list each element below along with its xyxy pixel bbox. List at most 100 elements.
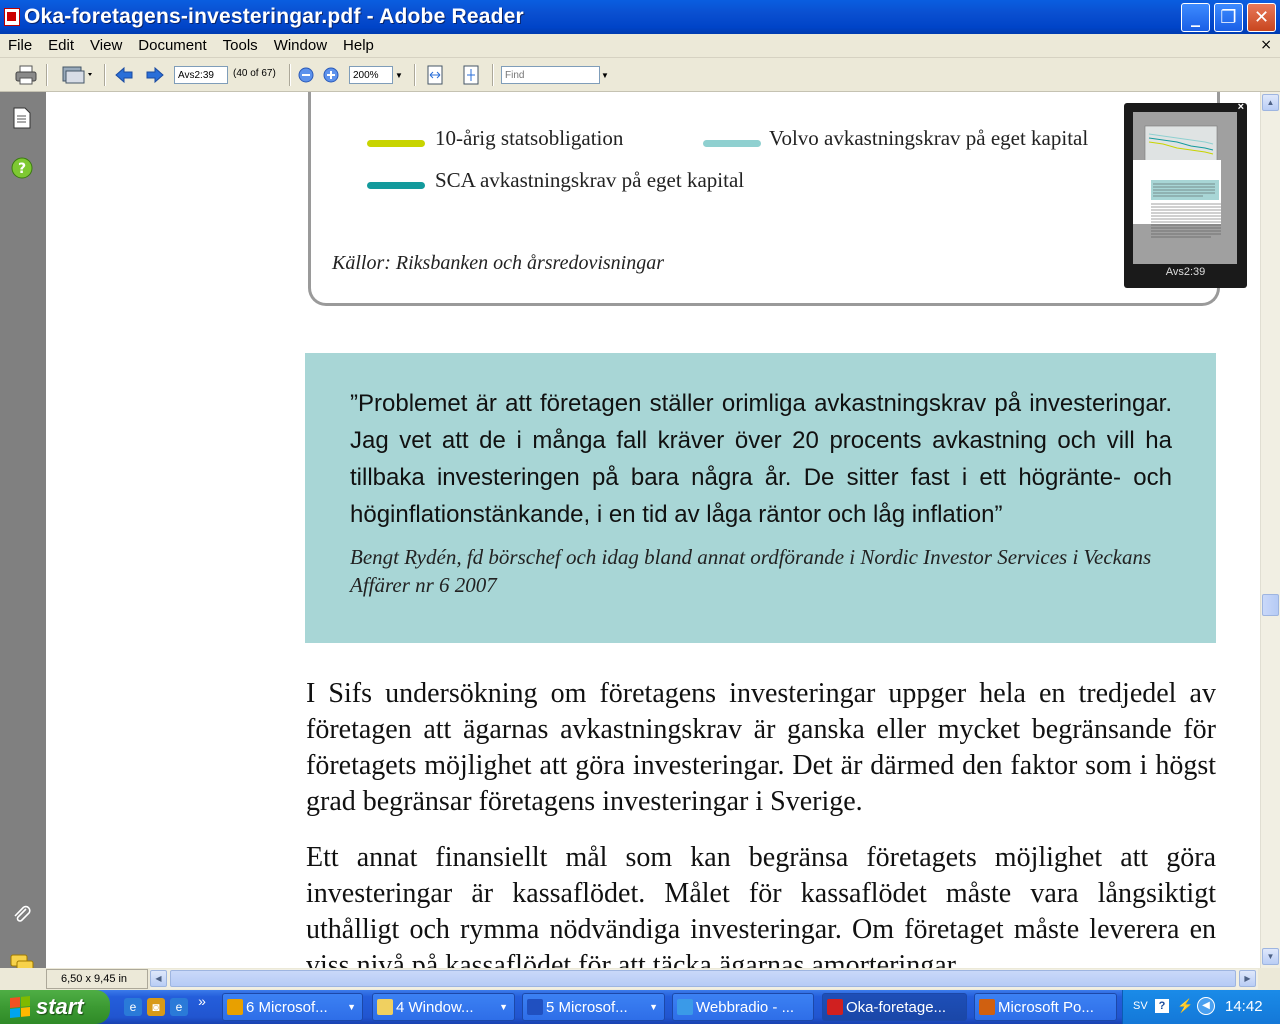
fit-width-button[interactable] <box>424 63 446 87</box>
adobe-reader-icon <box>4 8 20 26</box>
pdf-icon <box>827 999 843 1015</box>
windows-logo-icon <box>10 995 30 1019</box>
quicklaunch-more-icon[interactable]: » <box>193 992 211 1010</box>
zoom-dropdown[interactable]: ▼ <box>393 66 405 84</box>
chart-source: Källor: Riksbanken och årsredovisningar <box>332 252 665 274</box>
x-tick-label: -05 <box>1098 92 1125 97</box>
toolbar-separator <box>104 64 106 86</box>
arrow-right-icon <box>146 66 164 84</box>
menu-help[interactable]: Help <box>335 37 382 54</box>
previous-page-button[interactable] <box>112 63 136 87</box>
taskbar-item-active[interactable]: Oka-foretage... <box>822 993 967 1021</box>
restore-icon: ❐ <box>1220 7 1237 28</box>
vertical-scroll-thumb[interactable] <box>1262 594 1279 616</box>
x-tick-label: -01 <box>904 92 931 97</box>
scroll-left-button[interactable]: ◀ <box>150 970 167 987</box>
fit-width-icon <box>427 65 443 85</box>
taskbar-item-label: 4 Window... <box>396 998 474 1016</box>
quote-citation: Bengt Rydén, fd börschef och idag bland … <box>350 545 1152 597</box>
toolbar-separator <box>46 64 48 86</box>
powerpoint-icon <box>979 999 995 1015</box>
chevron-down-icon: ▼ <box>649 1002 658 1012</box>
x-tick-label: -95 <box>615 92 642 97</box>
taskbar-item-label: Webbradio - ... <box>696 998 795 1016</box>
menu-window[interactable]: Window <box>266 37 335 54</box>
maximize-button[interactable]: ❐ <box>1214 3 1243 32</box>
attachments-panel-button[interactable] <box>10 902 34 926</box>
horizontal-scroll-thumb[interactable] <box>170 970 1236 987</box>
legend-label-volvo: Volvo avkastningskrav på eget kapital <box>769 126 1089 150</box>
menu-view[interactable]: View <box>82 37 130 54</box>
start-button[interactable]: start <box>0 990 110 1024</box>
menu-document[interactable]: Document <box>130 37 214 54</box>
fit-page-button[interactable] <box>460 63 482 87</box>
taskbar-item-label: Oka-foretage... <box>846 998 947 1016</box>
close-button[interactable]: ✕ <box>1247 3 1276 32</box>
quicklaunch-browser-icon[interactable]: e <box>170 998 188 1016</box>
quote-box: ”Problemet är att företagen ställer orim… <box>305 353 1216 643</box>
taskbar-item[interactable]: Webbradio - ... <box>672 993 814 1021</box>
x-tick-label: -98 <box>759 92 786 97</box>
word-icon <box>527 999 543 1015</box>
chevron-right-icon: ▶ <box>1244 974 1251 983</box>
menu-file[interactable]: File <box>0 37 40 54</box>
vertical-scrollbar[interactable]: ▲ ▼ <box>1260 92 1280 968</box>
network-tray-icon[interactable]: ⚡ <box>1177 998 1193 1014</box>
taskbar-item-label: 6 Microsof... <box>246 998 328 1016</box>
menu-tools[interactable]: Tools <box>215 37 266 54</box>
find-input[interactable] <box>501 66 600 84</box>
legend-swatch-volvo <box>703 140 761 147</box>
document-close-icon[interactable]: × <box>1260 37 1272 53</box>
menu-edit[interactable]: Edit <box>40 37 82 54</box>
chevron-up-icon: ▲ <box>1266 98 1275 107</box>
page-setup-button[interactable] <box>58 63 96 87</box>
help-panel-button[interactable]: ? <box>10 156 34 180</box>
page-setup-icon <box>62 66 92 84</box>
x-tick-label: -00 <box>856 92 883 97</box>
zoom-field[interactable] <box>349 66 393 84</box>
taskbar-item[interactable]: Microsoft Po... <box>974 993 1117 1021</box>
taskbar-item[interactable]: 6 Microsof... ▼ <box>222 993 363 1021</box>
toolbar-separator <box>289 64 291 86</box>
page-thumbnail-popup[interactable]: Avs2:39 × <box>1124 101 1247 288</box>
find-dropdown[interactable]: ▼ <box>599 66 611 84</box>
scroll-down-button[interactable]: ▼ <box>1262 948 1279 965</box>
zoom-out-icon <box>298 67 314 83</box>
page-number-field[interactable] <box>174 66 228 84</box>
zoom-out-button[interactable] <box>296 63 316 87</box>
zoom-in-button[interactable] <box>321 63 341 87</box>
taskbar-item[interactable]: 5 Microsof... ▼ <box>522 993 665 1021</box>
thumbnail-preview <box>1133 125 1221 238</box>
minimize-button[interactable]: _ <box>1181 3 1210 32</box>
thumbnail-close-icon[interactable]: × <box>1238 101 1244 113</box>
quicklaunch-app-icon[interactable]: ◙ <box>147 998 165 1016</box>
pages-panel-button[interactable] <box>10 106 34 130</box>
app-icon <box>227 999 243 1015</box>
horizontal-scrollbar[interactable]: ◀ ▶ <box>150 969 1258 989</box>
menu-bar: File Edit View Document Tools Window Hel… <box>0 34 1280 58</box>
zoom-in-icon <box>323 67 339 83</box>
toolbar: (40 of 67) ▼ ▼ <box>0 58 1280 92</box>
legend-label-sca: SCA avkastningskrav på eget kapital <box>435 168 745 192</box>
next-page-button[interactable] <box>143 63 167 87</box>
x-tick-label: -03 <box>1001 92 1028 97</box>
printer-icon <box>15 65 37 85</box>
body-paragraph-1: I Sifs undersökning om företagens invest… <box>306 678 1216 817</box>
taskbar: start e ◙ e » 6 Microsof... ▼ 4 Window..… <box>0 990 1280 1024</box>
print-button[interactable] <box>12 63 40 87</box>
title-bar: Oka-foretagens-investeringar.pdf - Adobe… <box>0 0 1280 34</box>
chevron-down-icon: ▼ <box>601 70 609 80</box>
document-view[interactable]: -90 -91 -92 -92 -94 -95 -96 -97 -98 -99 -00 -01 -02 -… <box>46 92 1260 968</box>
ie-icon <box>677 999 693 1015</box>
x-tick-label: -94 <box>566 92 593 97</box>
show-hidden-icons-icon[interactable]: ◀ <box>1197 997 1215 1015</box>
help-tray-icon[interactable]: ? <box>1155 999 1169 1013</box>
thumbnail-page <box>1133 112 1237 264</box>
status-bar: 6,50 x 9,45 in ◀ ▶ <box>0 968 1280 990</box>
taskbar-item[interactable]: 4 Window... ▼ <box>372 993 515 1021</box>
quicklaunch-ie-icon[interactable]: e <box>124 998 142 1016</box>
language-indicator[interactable]: SV <box>1133 1000 1148 1012</box>
scroll-up-button[interactable]: ▲ <box>1262 94 1279 111</box>
chevron-down-icon: ▼ <box>499 1002 508 1012</box>
scroll-right-button[interactable]: ▶ <box>1239 970 1256 987</box>
